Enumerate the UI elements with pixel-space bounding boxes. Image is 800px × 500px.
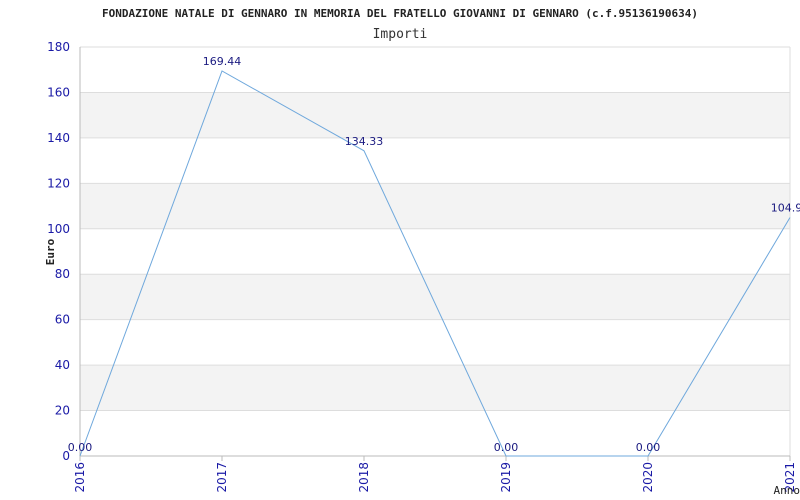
data-label: 0.00 bbox=[68, 441, 93, 454]
grid-band bbox=[80, 365, 790, 411]
x-tick-label: 2019 bbox=[499, 462, 513, 493]
y-tick-label: 120 bbox=[47, 176, 70, 190]
y-tick-label: 140 bbox=[47, 131, 70, 145]
grid-band bbox=[80, 319, 790, 366]
data-label: 169.44 bbox=[203, 55, 242, 68]
grid-band bbox=[80, 410, 790, 456]
grid-bands bbox=[80, 47, 790, 456]
grid-band bbox=[80, 47, 790, 93]
grid-band bbox=[80, 92, 790, 138]
x-tick-label: 2017 bbox=[215, 462, 229, 493]
x-tick-label: 2020 bbox=[641, 462, 655, 493]
x-tick-label: 2016 bbox=[73, 462, 87, 493]
data-label: 0.00 bbox=[494, 441, 519, 454]
line-chart: 020406080100120140160180 2016 2017 2018 201… bbox=[44, 7, 800, 497]
y-tick-label: 60 bbox=[55, 313, 70, 327]
y-tick-label: 180 bbox=[47, 40, 70, 54]
y-tick-label: 80 bbox=[55, 267, 70, 281]
y-axis-label: Euro bbox=[44, 238, 57, 265]
grid-band bbox=[80, 274, 790, 320]
y-tick-label: 160 bbox=[47, 85, 70, 99]
chart-subtitle: Importi bbox=[373, 27, 428, 42]
chart-title: FONDAZIONE NATALE DI GENNARO IN MEMORIA … bbox=[102, 7, 698, 20]
x-axis-label: Anno bbox=[774, 484, 800, 497]
x-tick-label: 2018 bbox=[357, 462, 371, 493]
y-tick-label: 40 bbox=[55, 358, 70, 372]
data-label: 104.96 bbox=[771, 202, 800, 215]
x-ticks: 2016 2017 2018 2019 2020 2021 bbox=[73, 456, 797, 493]
grid-band bbox=[80, 228, 790, 275]
data-label: 0.00 bbox=[636, 441, 661, 454]
y-tick-label: 100 bbox=[47, 222, 70, 236]
y-tick-label: 20 bbox=[55, 404, 70, 418]
grid-band bbox=[80, 183, 790, 229]
grid-band bbox=[80, 137, 790, 184]
data-label: 134.33 bbox=[345, 135, 384, 148]
